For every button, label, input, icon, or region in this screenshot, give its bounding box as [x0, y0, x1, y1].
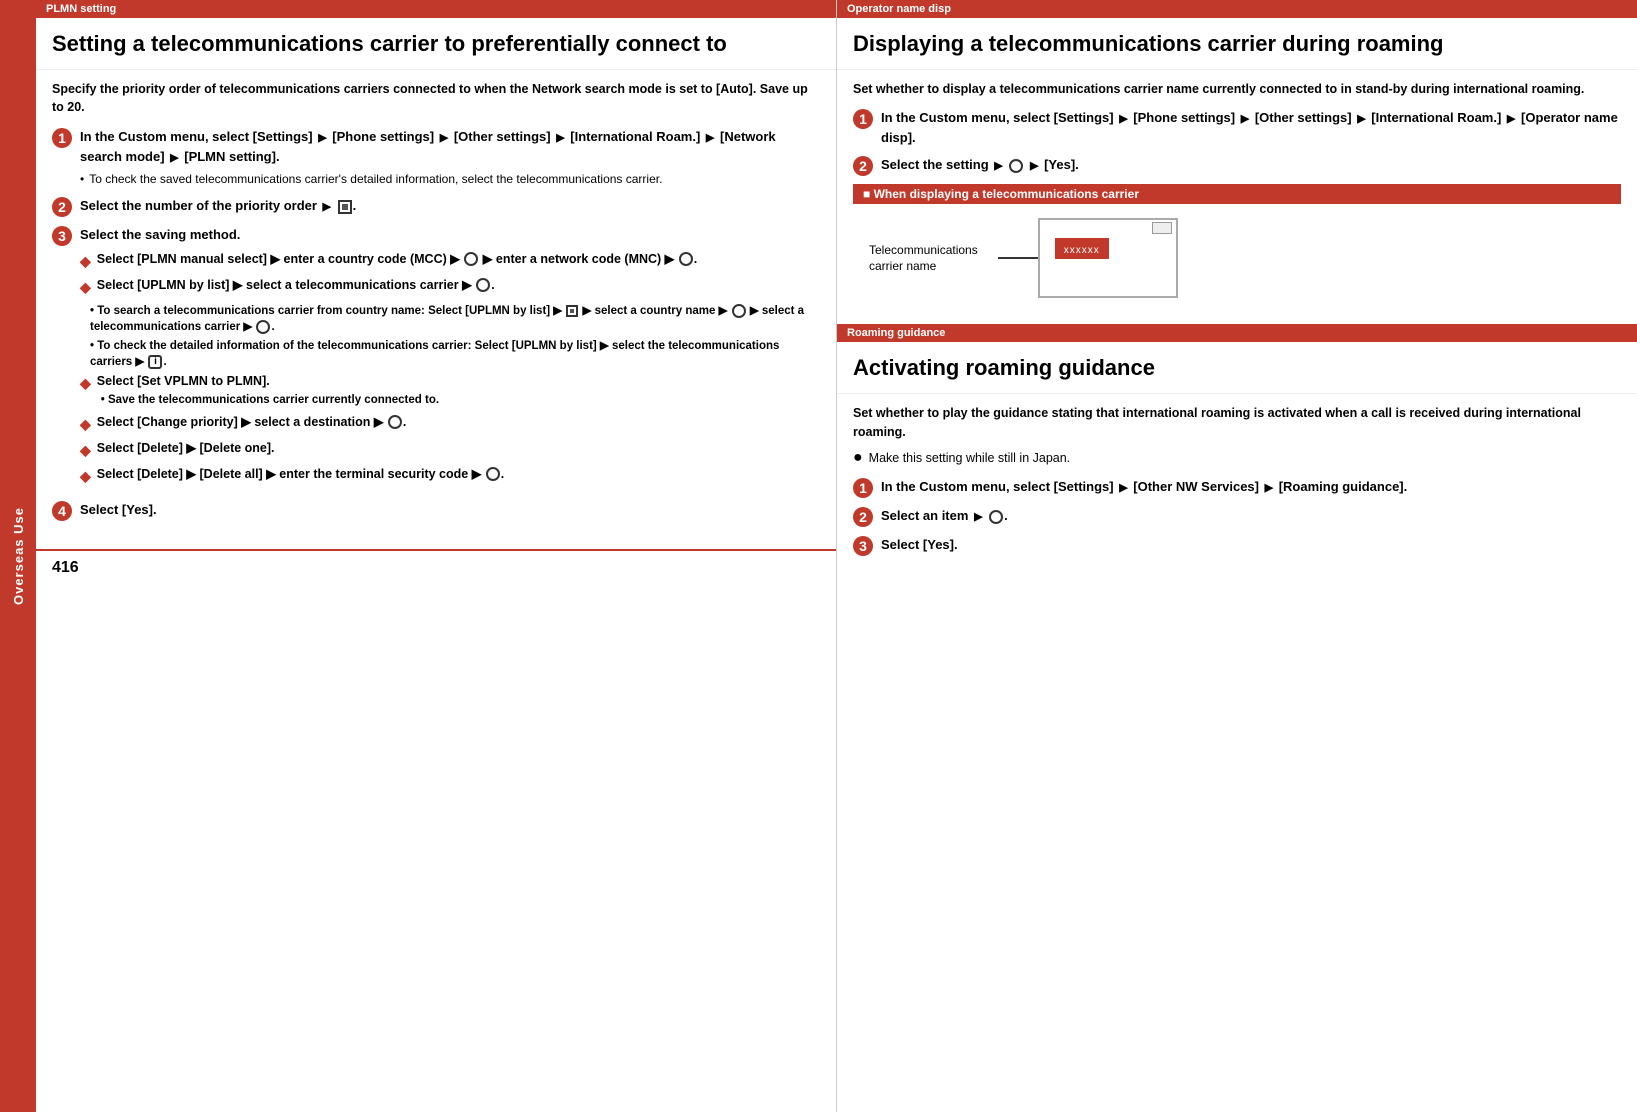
roaming-section-header: Roaming guidance [837, 324, 1637, 342]
substep-diamond-4: ◆ [80, 414, 91, 435]
roaming-step-2: 2 Select an item ▶ . [853, 506, 1621, 527]
right-step-2-content: Select the setting ▶ ▶ [Yes]. [881, 155, 1621, 175]
right-column: Operator name disp Displaying a telecomm… [837, 0, 1637, 1112]
step-3-content: Select the saving method. ◆ Select [PLMN… [80, 225, 820, 491]
carrier-name-text: xxxxxx [1064, 245, 1100, 256]
when-displaying-header: ■ When displaying a telecommunications c… [853, 184, 1621, 204]
substep-note-1: To search a telecommunications carrier f… [90, 303, 820, 335]
phone-battery [1152, 222, 1172, 234]
right-step-1-content: In the Custom menu, select [Settings] ▶ … [881, 108, 1621, 147]
main-content: PLMN setting Setting a telecommunication… [36, 0, 1637, 1112]
substep-diamond-2: ◆ [80, 277, 91, 298]
substep-3-2: ◆ Select [UPLMN by list] ▶ select a tele… [80, 277, 820, 298]
bullet-circle: ● [853, 449, 863, 467]
step-1-number: 1 [52, 128, 72, 148]
step-4-content: Select [Yes]. [80, 500, 820, 520]
substep-3-2-content: Select [UPLMN by list] ▶ select a teleco… [97, 277, 820, 295]
substep-3-4: ◆ Select [Change priority] ▶ select a de… [80, 414, 820, 435]
diagram-container: Telecommunicationscarrier name xxxxxx [853, 210, 1621, 306]
roaming-step-1-content: In the Custom menu, select [Settings] ▶ … [881, 477, 1621, 497]
roaming-step-1: 1 In the Custom menu, select [Settings] … [853, 477, 1621, 498]
sidebar-label: Overseas Use [11, 507, 26, 605]
step-3-substeps: ◆ Select [PLMN manual select] ▶ enter a … [80, 251, 820, 487]
substep-diamond-5: ◆ [80, 440, 91, 461]
step-3-number: 3 [52, 226, 72, 246]
substep-diamond-6: ◆ [80, 466, 91, 487]
bullet-note-text: Make this setting while still in Japan. [869, 451, 1070, 465]
substep-3-3-content: Select [Set VPLMN to PLMN]. • Save the t… [97, 373, 820, 409]
step-1: 1 In the Custom menu, select [Settings] … [52, 127, 820, 188]
left-section-header: PLMN setting [36, 0, 836, 18]
substep-3-4-content: Select [Change priority] ▶ select a dest… [97, 414, 820, 432]
substep-3-3: ◆ Select [Set VPLMN to PLMN]. • Save the… [80, 373, 820, 409]
right-step-2-number: 2 [853, 156, 873, 176]
substep-3-5: ◆ Select [Delete] ▶ [Delete one]. [80, 440, 820, 461]
left-section-body: Specify the priority order of telecommun… [36, 70, 836, 539]
roaming-step-1-number: 1 [853, 478, 873, 498]
roaming-section-title: Activating roaming guidance [837, 342, 1637, 394]
step-2: 2 Select the number of the priority orde… [52, 196, 820, 217]
step-4-number: 4 [52, 501, 72, 521]
roaming-step-3-content: Select [Yes]. [881, 535, 1621, 555]
roaming-step-2-content: Select an item ▶ . [881, 506, 1621, 526]
step-4: 4 Select [Yes]. [52, 500, 820, 521]
right-step-2: 2 Select the setting ▶ ▶ [Yes]. [853, 155, 1621, 176]
substep-3-6-content: Select [Delete] ▶ [Delete all] ▶ enter t… [97, 466, 820, 484]
step-1-content: In the Custom menu, select [Settings] ▶ … [80, 127, 820, 188]
diagram-arrow-line [998, 257, 1038, 259]
roaming-step-3-number: 3 [853, 536, 873, 556]
right-section-header: Operator name disp [837, 0, 1637, 18]
substep-3-1: ◆ Select [PLMN manual select] ▶ enter a … [80, 251, 820, 272]
roaming-bullet-note: ● Make this setting while still in Japan… [853, 451, 1621, 467]
carrier-name-display: xxxxxx [1055, 238, 1109, 259]
left-section-title: Setting a telecommunications carrier to … [36, 18, 836, 70]
roaming-section-body: Set whether to play the guidance stating… [837, 394, 1637, 575]
substep-note-2: To check the detailed information of the… [90, 338, 820, 370]
substep-3-6: ◆ Select [Delete] ▶ [Delete all] ▶ enter… [80, 466, 820, 487]
info-icon: i [148, 355, 162, 369]
substep-3-1-content: Select [PLMN manual select] ▶ enter a co… [97, 251, 820, 269]
substep-diamond-3: ◆ [80, 373, 91, 394]
left-intro-text: Specify the priority order of telecommun… [52, 80, 820, 118]
phone-mockup: xxxxxx [1038, 218, 1178, 298]
right-intro-text: Set whether to display a telecommunicati… [853, 80, 1621, 99]
substep-3-5-content: Select [Delete] ▶ [Delete one]. [97, 440, 820, 458]
step-3: 3 Select the saving method. ◆ Select [PL… [52, 225, 820, 491]
roaming-step-3: 3 Select [Yes]. [853, 535, 1621, 556]
left-column: PLMN setting Setting a telecommunication… [36, 0, 837, 1112]
right-section-title: Displaying a telecommunications carrier … [837, 18, 1637, 70]
diagram-label: Telecommunicationscarrier name [869, 242, 978, 276]
sidebar: Overseas Use [0, 0, 36, 1112]
substep-diamond-1: ◆ [80, 251, 91, 272]
step-1-note: To check the saved telecommunications ca… [80, 170, 820, 188]
right-step-1-number: 1 [853, 109, 873, 129]
page-number: 416 [36, 549, 836, 585]
step-2-content: Select the number of the priority order … [80, 196, 820, 216]
right-step-1: 1 In the Custom menu, select [Settings] … [853, 108, 1621, 147]
roaming-intro-text: Set whether to play the guidance stating… [853, 404, 1621, 442]
roaming-step-2-number: 2 [853, 507, 873, 527]
step-2-number: 2 [52, 197, 72, 217]
right-section-body: Set whether to display a telecommunicati… [837, 70, 1637, 325]
